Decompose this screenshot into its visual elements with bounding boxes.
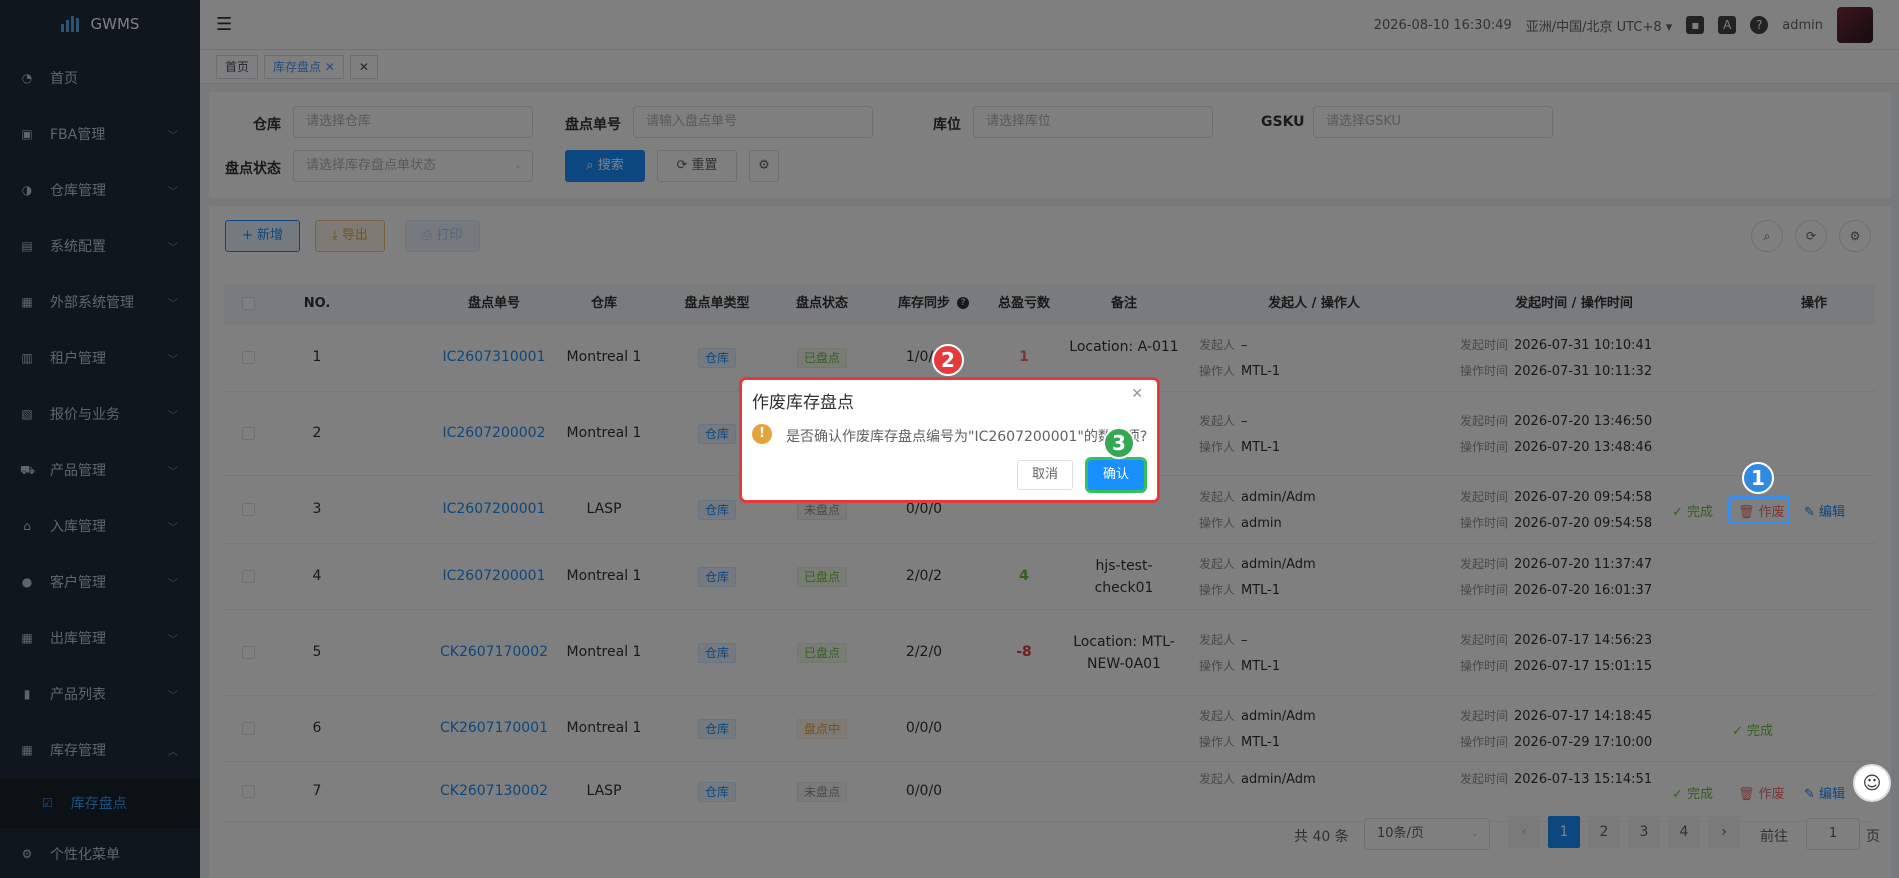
assistant-avatar-icon[interactable]: ☺: [1853, 764, 1891, 802]
warning-icon: !: [752, 424, 772, 444]
confirm-button[interactable]: 确认: [1088, 460, 1145, 490]
step-marker-2: 2: [932, 344, 964, 376]
close-icon[interactable]: ✕: [1131, 386, 1143, 402]
dialog-message: 是否确认作废库存盘点编号为"IC2607200001"的数据项?: [786, 429, 1148, 445]
highlight-box: [1728, 496, 1790, 524]
step-marker-3: 3: [1103, 427, 1135, 459]
confirm-dialog: 作废库存盘点 ✕ ! 是否确认作废库存盘点编号为"IC2607200001"的数…: [742, 380, 1157, 500]
dialog-title: 作废库存盘点: [752, 393, 854, 413]
cancel-button[interactable]: 取消: [1017, 460, 1074, 490]
step-marker-1: 1: [1742, 462, 1774, 494]
